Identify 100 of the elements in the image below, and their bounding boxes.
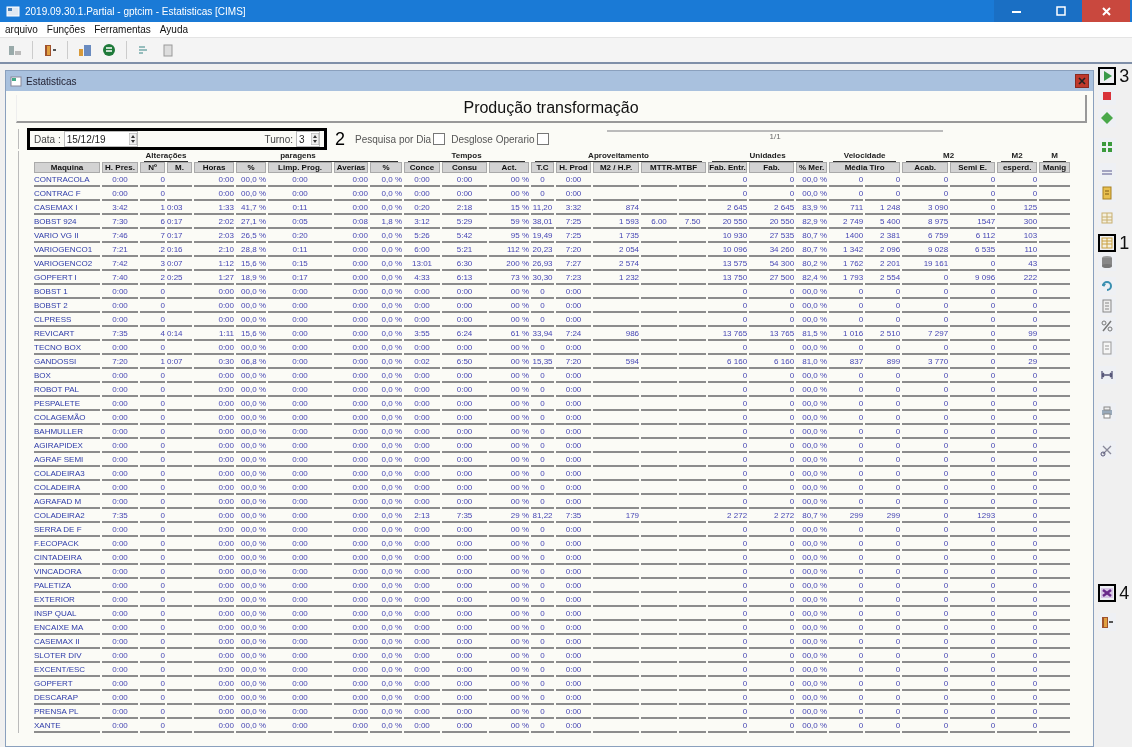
table-cell: 0 bbox=[829, 455, 864, 467]
grid-icon[interactable] bbox=[1100, 140, 1115, 154]
close-icon[interactable] bbox=[1100, 5, 1112, 17]
table-cell: 2 645 bbox=[749, 203, 795, 215]
table-cell: 0 bbox=[829, 385, 864, 397]
refresh-icon[interactable] bbox=[1100, 279, 1115, 293]
table-cell: 0:00 bbox=[268, 637, 332, 649]
table-cell: 9 096 bbox=[950, 273, 996, 285]
spinner-icon[interactable] bbox=[311, 133, 319, 145]
table-cell: 00 % bbox=[489, 427, 530, 439]
column-header: % Mer. bbox=[796, 162, 828, 173]
table-cell: 0 bbox=[950, 203, 996, 215]
table-cell: 0 bbox=[531, 441, 555, 453]
table-cell: 00,0 % bbox=[236, 441, 266, 453]
table-cell: 0:00 bbox=[102, 651, 138, 663]
table-cell: 0:00 bbox=[102, 427, 138, 439]
table-cell: 0 bbox=[140, 707, 165, 719]
table-cell: 1 735 bbox=[593, 231, 640, 243]
table-cell: 00,0 % bbox=[236, 287, 266, 299]
table-cell: 0:00 bbox=[404, 525, 441, 537]
spinner-icon[interactable] bbox=[128, 133, 137, 145]
table-cell: 0 bbox=[749, 721, 795, 733]
table-cell: 00 % bbox=[489, 315, 530, 327]
column-header: Média Tiro bbox=[829, 162, 901, 173]
table-cell: 0 bbox=[829, 553, 864, 565]
exit-icon[interactable] bbox=[43, 43, 57, 57]
table-cell: 2:10 bbox=[194, 245, 234, 257]
exit-icon[interactable] bbox=[1100, 615, 1115, 629]
document-icon[interactable] bbox=[1100, 186, 1115, 200]
percent-icon[interactable] bbox=[1100, 319, 1115, 333]
maximize-button[interactable] bbox=[1038, 0, 1082, 22]
menu-item[interactable]: Ferramentas bbox=[94, 24, 151, 35]
table-cell: 0 bbox=[749, 539, 795, 551]
shift-field[interactable]: 3 bbox=[296, 131, 320, 147]
table-cell: 0 bbox=[950, 567, 996, 579]
table-cell: 00,0 % bbox=[796, 581, 828, 593]
table-cell: 0:00 bbox=[404, 301, 441, 313]
table-cell: 0,0 % bbox=[370, 259, 403, 271]
machine-name: AGRAF SEMI bbox=[34, 455, 100, 467]
table-cell: 13 765 bbox=[708, 329, 748, 341]
table-cell: 00,0 % bbox=[236, 301, 266, 313]
table-cell: 1:33 bbox=[194, 203, 234, 215]
table-cell: 0:00 bbox=[442, 385, 488, 397]
table-cell: 00,0 % bbox=[796, 595, 828, 607]
table-cell: 00 % bbox=[489, 553, 530, 565]
checkbox[interactable] bbox=[536, 133, 549, 145]
table-cell: 0 bbox=[749, 301, 795, 313]
table-cell: 0:00 bbox=[334, 693, 368, 705]
table-cell: 0 bbox=[749, 497, 795, 509]
table-cell: 0 bbox=[902, 301, 949, 313]
machine-name: VARIOGENCO2 bbox=[34, 259, 100, 271]
table-cell: 0:00 bbox=[556, 315, 592, 327]
table-cell: 0:00 bbox=[404, 721, 441, 733]
table-cell: 0:00 bbox=[556, 469, 592, 481]
table-cell: 0:00 bbox=[194, 721, 234, 733]
table-cell: 1 232 bbox=[593, 273, 640, 285]
table-cell: 61 % bbox=[489, 329, 530, 341]
table-cell: 0 bbox=[997, 371, 1038, 383]
table-cell: 0:00 bbox=[334, 553, 368, 565]
table-cell: 0 bbox=[140, 679, 165, 691]
date-field[interactable]: 15/12/19 bbox=[63, 131, 138, 147]
table-cell: 299 bbox=[829, 511, 864, 523]
close-button[interactable] bbox=[1082, 0, 1130, 22]
machine-name: PESPALETE bbox=[34, 399, 100, 411]
arrows-icon[interactable] bbox=[1100, 368, 1115, 382]
printer-icon[interactable] bbox=[1100, 405, 1115, 419]
menu-item[interactable]: Funções bbox=[46, 24, 86, 35]
table-cell: 0:00 bbox=[404, 497, 441, 509]
column-header: Manig bbox=[1039, 162, 1071, 173]
table-cell: 0 bbox=[865, 427, 901, 439]
table-cell: 00 % bbox=[489, 455, 530, 467]
table-cell: 2 054 bbox=[593, 245, 640, 257]
table-cell: 00,0 % bbox=[796, 707, 828, 719]
table-cell: 2 381 bbox=[865, 231, 901, 243]
table-cell: 0 bbox=[997, 595, 1038, 607]
database-icon[interactable] bbox=[1100, 255, 1115, 269]
machine-name: CINTADEIRA bbox=[34, 553, 100, 565]
table-cell: 0:00 bbox=[442, 623, 488, 635]
table-cell: 00 % bbox=[489, 483, 530, 495]
table-cell: 837 bbox=[829, 357, 864, 369]
table-cell: 0:00 bbox=[194, 609, 234, 621]
menu-item[interactable]: Ayuda bbox=[159, 24, 189, 35]
diamond-icon[interactable] bbox=[1100, 111, 1115, 125]
table-cell: 0:00 bbox=[102, 175, 138, 187]
table-cell: 0:30 bbox=[194, 357, 234, 369]
chart-icon[interactable] bbox=[78, 43, 92, 57]
table-cell: 81,22 bbox=[531, 511, 555, 523]
table-cell: 0,0 % bbox=[370, 581, 403, 593]
table-cell: 0 bbox=[865, 525, 901, 537]
menu-item[interactable]: arquivo bbox=[5, 24, 38, 35]
table-cell: 0:00 bbox=[442, 525, 488, 537]
table-cell: 00,0 % bbox=[236, 497, 266, 509]
table-cell: 00 % bbox=[489, 581, 530, 593]
table-cell: 0 bbox=[865, 623, 901, 635]
maximize-icon[interactable] bbox=[1054, 5, 1066, 17]
checkbox[interactable] bbox=[433, 133, 446, 145]
machine-name: VINCADORA bbox=[34, 567, 100, 579]
table-cell: 0 bbox=[902, 609, 949, 621]
table-cell: 0:00 bbox=[268, 315, 332, 327]
table-cell: 0:00 bbox=[334, 245, 368, 257]
